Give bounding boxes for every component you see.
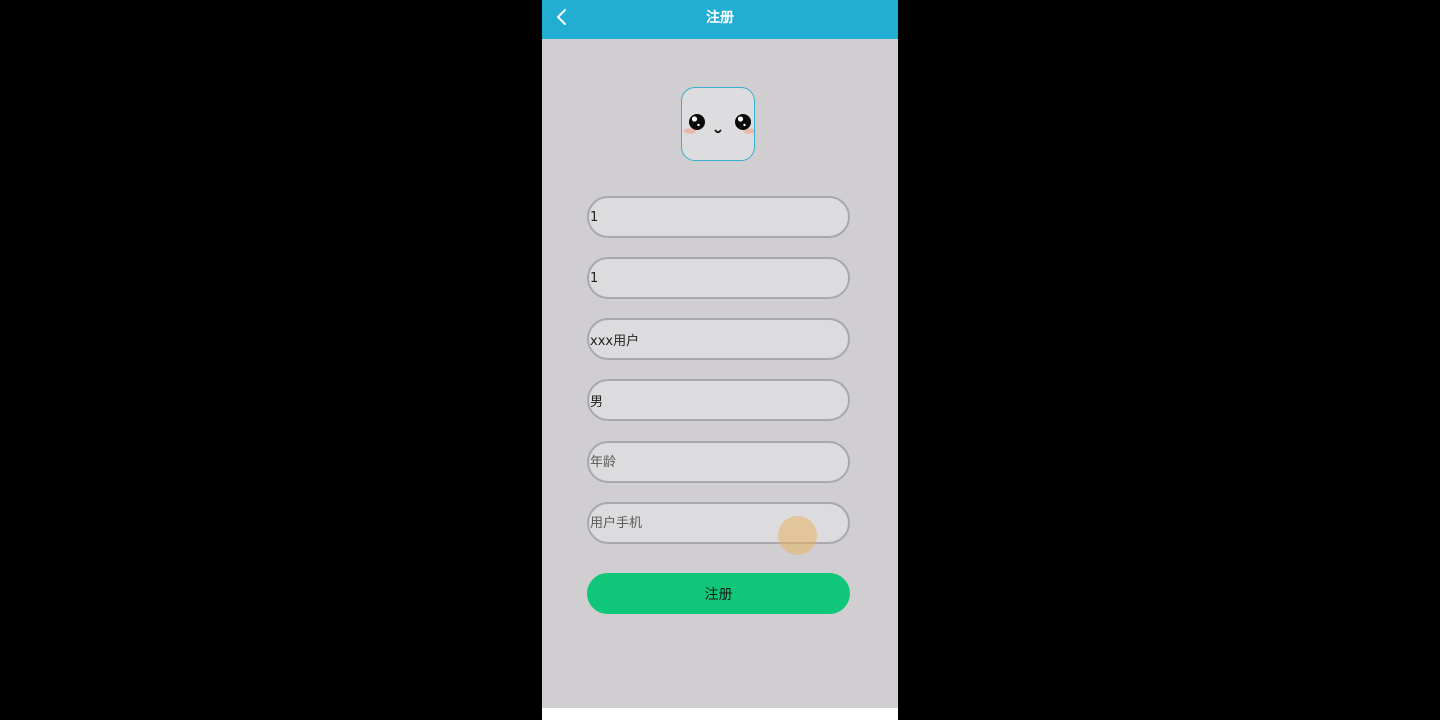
bottom-bar xyxy=(542,708,898,720)
kawaii-face-icon xyxy=(684,114,754,134)
age-input[interactable] xyxy=(587,441,850,483)
register-button[interactable]: 注册 xyxy=(587,573,850,614)
username-input[interactable] xyxy=(587,196,850,238)
phone-screen: 注册 注册 xyxy=(542,0,898,720)
password-input[interactable] xyxy=(587,257,850,299)
page-title: 注册 xyxy=(706,10,734,26)
phone-input[interactable] xyxy=(587,502,850,544)
header-bar: 注册 xyxy=(542,0,898,39)
nickname-input[interactable] xyxy=(587,318,850,360)
gender-input[interactable] xyxy=(587,379,850,421)
avatar[interactable] xyxy=(681,87,755,161)
